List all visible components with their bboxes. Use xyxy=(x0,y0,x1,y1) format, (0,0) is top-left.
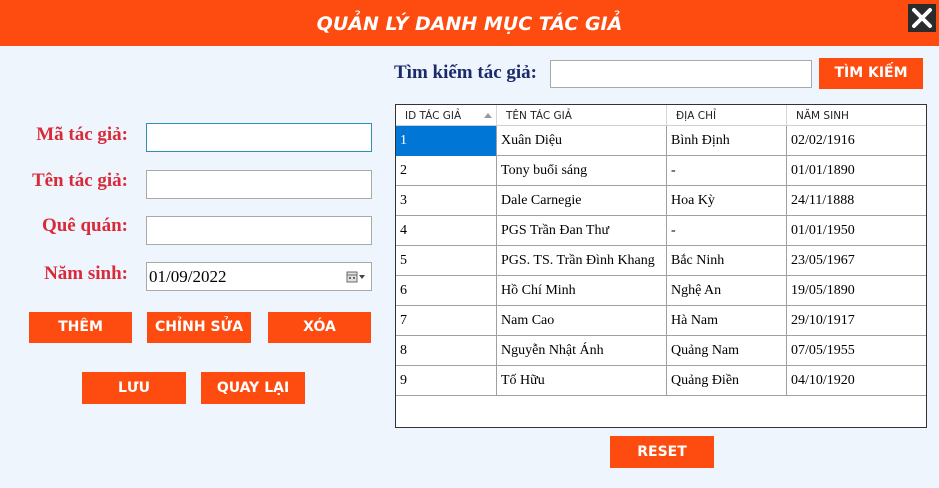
que-quan-label: Quê quán: xyxy=(41,215,128,236)
ten-tac-gia-input[interactable] xyxy=(146,170,372,199)
nam-sinh-label: Năm sinh: xyxy=(44,263,128,284)
cell-ten[interactable]: Tố Hữu xyxy=(497,366,667,396)
cell-dia-chi[interactable]: - xyxy=(667,156,787,186)
search-label: Tìm kiếm tác giả: xyxy=(394,62,538,83)
header-nam-sinh[interactable]: NĂM SINH xyxy=(787,105,926,126)
cell-id[interactable]: 1 xyxy=(396,126,497,156)
table-row[interactable]: 2 Tony buổi sáng -01/01/1890 xyxy=(396,156,926,186)
cell-nam-sinh[interactable]: 01/01/1890 xyxy=(787,156,926,186)
cell-nam-sinh[interactable]: 24/11/1888 xyxy=(787,186,926,216)
header-id[interactable]: ID TÁC GIẢ xyxy=(396,105,497,126)
cell-dia-chi[interactable]: Bắc Ninh xyxy=(667,246,787,276)
que-quan-input[interactable] xyxy=(146,216,372,245)
luu-button[interactable]: LƯU xyxy=(82,372,186,404)
cell-ten[interactable]: Xuân Diệu xyxy=(497,126,667,156)
table-row[interactable]: 6 Hồ Chí Minh Nghệ An 19/05/1890 xyxy=(396,276,926,306)
table-row[interactable]: 7 Nam Cao Hà Nam 29/10/1917 xyxy=(396,306,926,336)
cell-id[interactable]: 5 xyxy=(396,246,497,276)
cell-ten[interactable]: Dale Carnegie xyxy=(497,186,667,216)
calendar-dropdown-icon[interactable] xyxy=(346,270,366,284)
cell-nam-sinh[interactable]: 04/10/1920 xyxy=(787,366,926,396)
close-button[interactable] xyxy=(908,4,936,32)
tim-kiem-button[interactable]: TÌM KIẾM xyxy=(819,58,923,89)
cell-nam-sinh[interactable]: 02/02/1916 xyxy=(787,126,926,156)
ma-tac-gia-input[interactable] xyxy=(146,123,372,152)
nam-sinh-date-picker[interactable]: 01/09/2022 xyxy=(146,262,372,291)
cell-dia-chi[interactable]: Hoa Kỳ xyxy=(667,186,787,216)
table-header: ID TÁC GIẢ TÊN TÁC GIẢ ĐỊA CHỈ NĂM SINH xyxy=(396,105,926,126)
table-row[interactable]: 4 PGS Trần Đan Thư -01/01/1950 xyxy=(396,216,926,246)
table-row[interactable]: 1 Xuân Diệu Bình Định 02/02/1916 xyxy=(396,126,926,156)
xoa-button[interactable]: XÓA xyxy=(268,312,371,343)
cell-id[interactable]: 8 xyxy=(396,336,497,366)
author-table[interactable]: ID TÁC GIẢ TÊN TÁC GIẢ ĐỊA CHỈ NĂM SINH … xyxy=(395,104,927,428)
cell-dia-chi[interactable]: Hà Nam xyxy=(667,306,787,336)
cell-id[interactable]: 4 xyxy=(396,216,497,246)
header-id-label: ID TÁC GIẢ xyxy=(405,110,462,122)
cell-dia-chi[interactable]: Quảng Nam xyxy=(667,336,787,366)
cell-ten[interactable]: Nam Cao xyxy=(497,306,667,336)
cell-id[interactable]: 2 xyxy=(396,156,497,186)
quay-lai-button[interactable]: QUAY LẠI xyxy=(201,372,305,404)
cell-id[interactable]: 3 xyxy=(396,186,497,216)
nam-sinh-value: 01/09/2022 xyxy=(149,267,227,286)
ten-tac-gia-label: Tên tác giả: xyxy=(31,170,128,191)
cell-ten[interactable]: Tony buổi sáng xyxy=(497,156,667,186)
cell-dia-chi[interactable]: - xyxy=(667,216,787,246)
cell-nam-sinh[interactable]: 23/05/1967 xyxy=(787,246,926,276)
table-row[interactable]: 9 Tố Hữu Quảng Điền 04/10/1920 xyxy=(396,366,926,396)
cell-ten[interactable]: Hồ Chí Minh xyxy=(497,276,667,306)
header-ten[interactable]: TÊN TÁC GIẢ xyxy=(497,105,667,126)
reset-button[interactable]: RESET xyxy=(610,436,714,468)
ma-tac-gia-label: Mã tác giả: xyxy=(36,124,128,145)
cell-ten[interactable]: PGS Trần Đan Thư xyxy=(497,216,667,246)
cell-nam-sinh[interactable]: 07/05/1955 xyxy=(787,336,926,366)
window-title: QUẢN LÝ DANH MỤC TÁC GIẢ xyxy=(316,13,623,35)
cell-id[interactable]: 9 xyxy=(396,366,497,396)
cell-dia-chi[interactable]: Nghệ An xyxy=(667,276,787,306)
cell-ten[interactable]: Nguyễn Nhật Ánh xyxy=(497,336,667,366)
close-icon xyxy=(912,8,932,28)
search-input[interactable] xyxy=(550,60,812,88)
cell-nam-sinh[interactable]: 29/10/1917 xyxy=(787,306,926,336)
cell-dia-chi[interactable]: Quảng Điền xyxy=(667,366,787,396)
cell-nam-sinh[interactable]: 19/05/1890 xyxy=(787,276,926,306)
chinh-sua-button[interactable]: CHỈNH SỬA xyxy=(147,312,251,343)
table-row[interactable]: 3 Dale Carnegie Hoa Kỳ 24/11/1888 xyxy=(396,186,926,216)
cell-nam-sinh[interactable]: 01/01/1950 xyxy=(787,216,926,246)
sort-ascending-icon xyxy=(484,113,492,118)
cell-id[interactable]: 7 xyxy=(396,306,497,336)
table-row[interactable]: 8 Nguyễn Nhật Ánh Quảng Nam 07/05/1955 xyxy=(396,336,926,366)
them-button[interactable]: THÊM xyxy=(29,312,132,343)
cell-dia-chi[interactable]: Bình Định xyxy=(667,126,787,156)
header-dia-chi[interactable]: ĐỊA CHỈ xyxy=(667,105,787,126)
cell-id[interactable]: 6 xyxy=(396,276,497,306)
table-row[interactable]: 5 PGS. TS. Trần Đình Khang Bắc Ninh 23/05/1… xyxy=(396,246,926,276)
cell-ten[interactable]: PGS. TS. Trần Đình Khang xyxy=(497,246,667,276)
